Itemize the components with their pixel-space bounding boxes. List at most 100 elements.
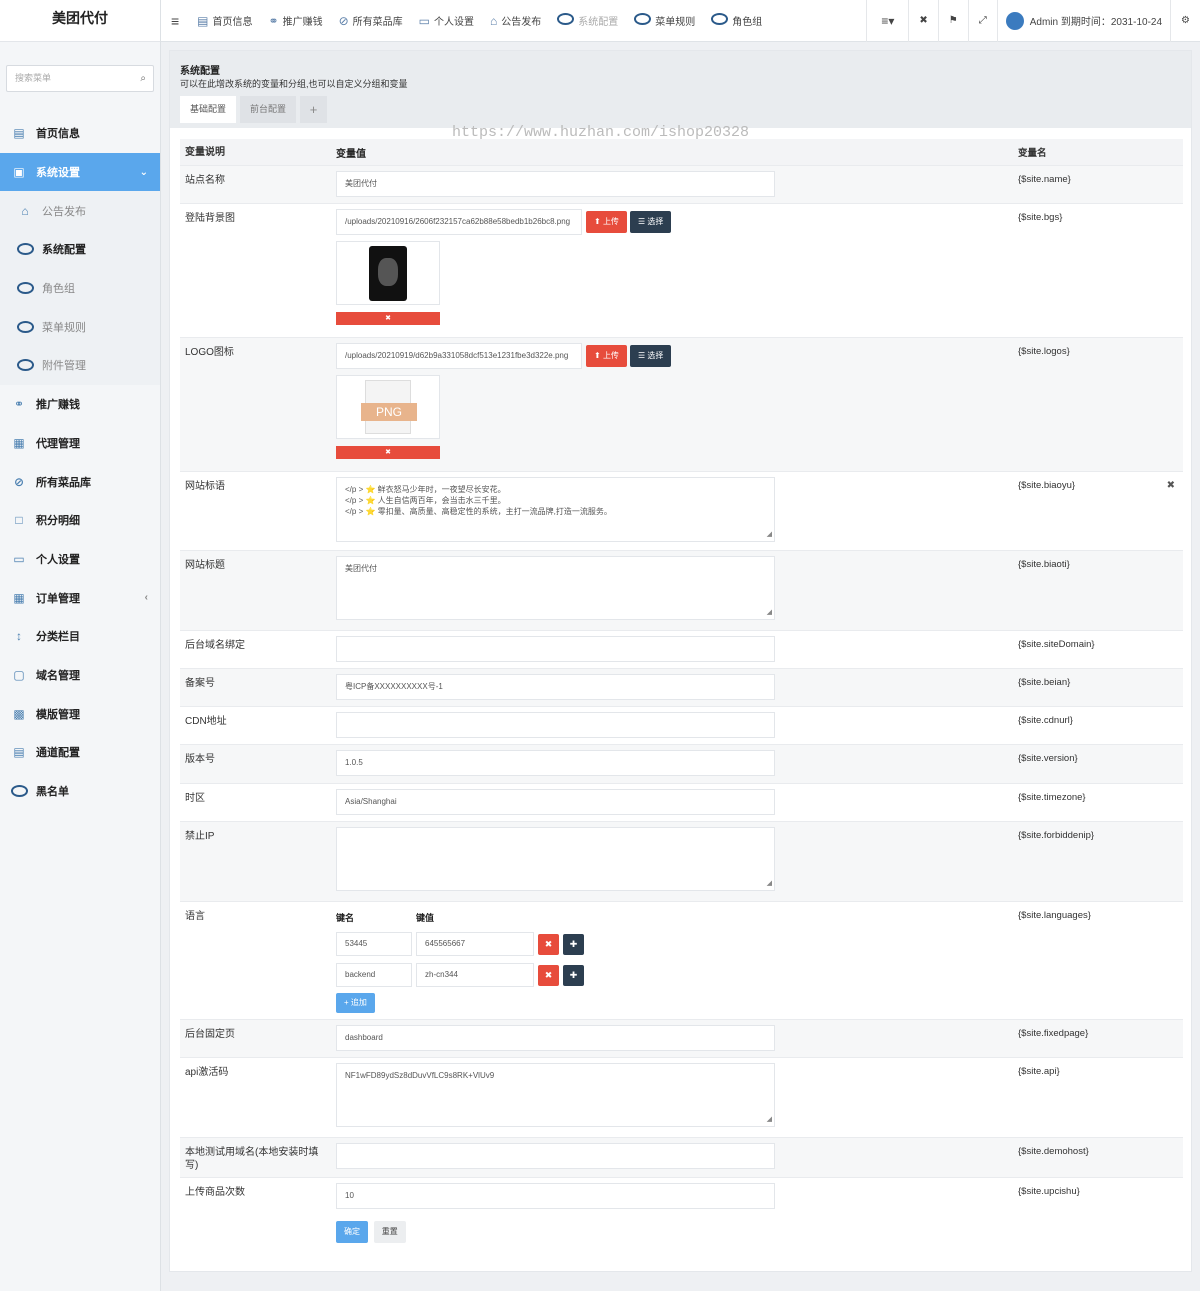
timezone-input[interactable]: Asia/Shanghai [336,789,775,815]
resize-grip-icon[interactable]: ◢ [767,607,772,618]
bgs-choose-button[interactable]: ☰ 选择 [629,211,672,233]
close-icon[interactable]: ✖ [1167,480,1175,491]
tab-dishes[interactable]: ⊘ 所有菜品库 [331,0,411,42]
logo-upload-button[interactable]: ⬆ 上传 [586,345,627,367]
tab-home[interactable]: ▤ 首页信息 [189,0,260,42]
gears-icon: ⚙ [1181,15,1190,26]
order-icon: ▦ [13,590,25,605]
panel-header: 系统配置 可以在此增改系统的变量和分组,也可以自定义分组和变量 基础配置 前台配… [170,51,1191,128]
tab-promote[interactable]: ⚭ 推广赚钱 [261,0,331,42]
bgs-path-input[interactable]: /uploads/20210916/2606f232157ca62b88e58b… [336,209,582,235]
cdn-url-input[interactable] [336,712,775,738]
site-title-textarea[interactable]: 美团代付 ◢ [336,556,775,620]
table-row: api激活码 NF1wFD89ydSz8dDuvVfLC9s8RK+VlUv9 ◢… [180,1057,1183,1137]
menu-toggle-button[interactable]: ≡ [161,0,189,42]
logo-delete-button[interactable]: ✖ [336,446,440,459]
tab-basic-config[interactable]: 基础配置 [180,96,237,123]
sidebar-item-menu-rules[interactable]: 菜单规则 [0,307,160,347]
resize-grip-icon[interactable]: ◢ [767,878,772,889]
tab-profile[interactable]: ▭ 个人设置 [411,0,482,42]
forbidden-ip-textarea[interactable]: ◢ [336,827,775,891]
list-dropdown-button[interactable]: ≡▾ [866,0,908,42]
tab-frontend-config[interactable]: 前台配置 [240,96,297,123]
points-icon: □ [15,513,23,528]
resize-grip-icon[interactable]: ◢ [767,1114,772,1125]
sidebar-item-dishes[interactable]: ⊘ 所有菜品库 [0,462,160,501]
sidebar-item-points[interactable]: □ 积分明细 [0,501,160,540]
tab-system-config[interactable]: 系统配置 [549,0,626,42]
reset-button[interactable]: 重置 [373,1221,406,1243]
table-row: 网站标题 美团代付 ◢ {$site.biaoti} [180,550,1183,630]
site-domain-input[interactable] [336,636,775,662]
circle-icon [557,13,575,28]
circle-icon [14,320,36,334]
promote-icon: ⚭ [13,397,25,412]
sidebar-item-channel[interactable]: ▤ 通道配置 [0,733,160,772]
logo-thumbnail: PNG [336,375,440,439]
language-value-input[interactable]: 645565667 [416,932,534,956]
table-row: LOGO图标 /uploads/20210919/d62b9a331058dcf… [180,337,1183,471]
sidebar-item-orders[interactable]: ▦ 订单管理 ‹ [0,578,160,617]
sidebar-item-profile[interactable]: ▭ 个人设置 [0,540,160,579]
remove-pair-button[interactable]: ✖ [538,964,559,986]
bgs-delete-button[interactable]: ✖ [336,312,440,325]
sidebar-item-system-config[interactable]: 系统配置 [0,230,160,269]
remove-pair-button[interactable]: ✖ [538,933,559,955]
clear-cache-button[interactable]: ✖ [908,0,937,42]
language-key-input[interactable]: 53445 [336,932,412,956]
settings-icon: ▣ [13,165,25,180]
form-actions: 确定 重置 [180,1215,1183,1255]
sidebar-item-announcement[interactable]: ⌂ 公告发布 [0,191,160,231]
sidebar-item-category[interactable]: ↕ 分类栏目 [0,617,160,656]
beian-input[interactable]: 粤ICP备XXXXXXXXXX号-1 [336,674,775,700]
language-value-input[interactable]: zh-cn344 [416,963,534,987]
site-name-input[interactable]: 美团代付 [336,171,775,197]
plus-icon: + [309,102,318,117]
channel-icon: ▤ [13,745,25,760]
sidebar-item-system-settings[interactable]: ▣ 系统设置 ⌄ [0,152,160,192]
append-pair-button[interactable]: + 追加 [336,993,375,1013]
circle-icon [711,13,729,28]
slogan-textarea[interactable]: </p > ⭐ 鲜衣怒马少年时，一夜望尽长安花。 </p > ⭐ 人生自信两百年… [336,477,775,542]
demo-host-input[interactable] [336,1143,775,1169]
fixed-page-input[interactable]: dashboard [336,1025,775,1051]
tab-menu-rules[interactable]: 菜单规则 [626,0,703,42]
settings-button[interactable]: ⚙ [1170,0,1200,42]
sidebar-item-domain[interactable]: ▢ 域名管理 [0,656,160,695]
api-code-textarea[interactable]: NF1wFD89ydSz8dDuvVfLC9s8RK+VlUv9 ◢ [336,1063,775,1127]
upload-icon: ⬆ [594,351,603,360]
sidebar-item-home[interactable]: ▤ 首页信息 [0,114,160,153]
sidebar-item-agent[interactable]: ▦ 代理管理 [0,424,160,463]
list-icon: ☰ [637,217,648,226]
logo-path-input[interactable]: /uploads/20210919/d62b9a331058dcf513e123… [336,343,582,369]
version-input[interactable]: 1.0.5 [336,750,775,776]
table-row: 登陆背景图 /uploads/20210916/2606f232157ca62b… [180,203,1183,337]
table-header: 变量说明 变量值 变量名 [180,139,1183,165]
sidebar-item-promote[interactable]: ⚭ 推广赚钱 [0,385,160,424]
circle-icon [634,13,652,28]
language-button[interactable]: ⚑ [937,0,968,42]
fullscreen-button[interactable]: ⤢ [967,0,997,42]
logo-choose-button[interactable]: ☰ 选择 [629,345,672,367]
drag-pair-button[interactable]: ✚ [563,964,584,986]
admin-menu[interactable]: Admin 到期时间：2031-10-24 [996,0,1170,42]
tab-role-group[interactable]: 角色组 [703,0,770,42]
tab-announcement[interactable]: ⌂ 公告发布 [482,0,549,42]
menu-search-input[interactable]: 搜索菜单 ⌕ [6,64,154,92]
upload-count-input[interactable]: 10 [336,1183,775,1209]
submit-button[interactable]: 确定 [336,1221,368,1243]
language-key-input[interactable]: backend [336,963,412,987]
drag-pair-button[interactable]: ✚ [563,933,584,955]
language-pair-row: 53445 645565667 ✖ ✚ [336,932,1018,956]
sidebar-item-template[interactable]: ▩ 模版管理 [0,694,160,733]
sidebar-item-role-group[interactable]: 角色组 [0,268,160,308]
add-group-button[interactable]: + [300,96,328,123]
bgs-upload-button[interactable]: ⬆ 上传 [586,211,627,233]
trash-icon: ✖ [385,315,391,322]
sidebar-item-attachments[interactable]: 附件管理 [0,346,160,385]
resize-grip-icon[interactable]: ◢ [767,529,772,540]
upload-icon: ⬆ [594,217,603,226]
brand-logo[interactable]: 美团代付 [0,0,160,42]
sidebar-item-blacklist[interactable]: 黑名单 [0,772,160,811]
circle-icon [8,784,30,798]
